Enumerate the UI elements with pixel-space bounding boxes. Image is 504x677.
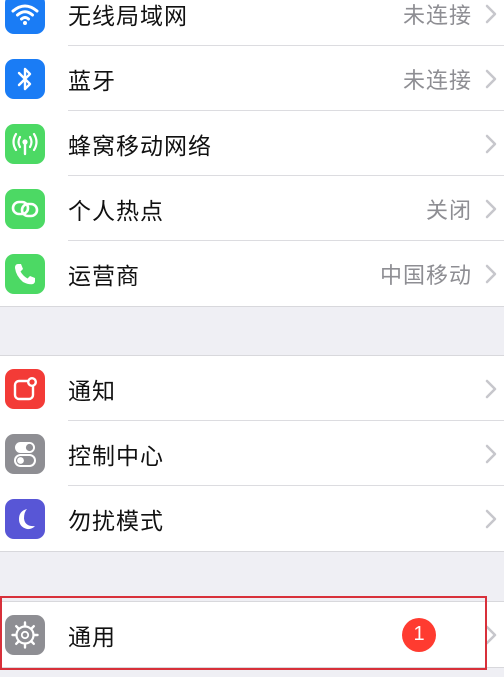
cellular-antenna-icon [5,123,45,164]
wifi-icon [5,0,45,34]
settings-group-general: 通用 1 [0,601,504,668]
settings-row-value: 未连接 [402,3,472,29]
settings-screen: 无线局域网 未连接 蓝牙 未连接 蜂窝移动网络 个人热点 关闭 运营商 中国移动… [0,0,504,677]
update-badge: 1 [402,617,436,652]
chevron-right-icon [485,199,497,218]
chevron-right-icon [485,4,497,23]
settings-row-carrier[interactable]: 运营商 中国移动 [0,241,504,306]
settings-row-general[interactable]: 通用 1 [0,602,504,667]
phone-icon [5,253,45,294]
bluetooth-icon [5,58,45,99]
settings-row-label: 无线局域网 [68,3,188,30]
chevron-right-icon [485,264,497,283]
control-center-icon [5,433,45,474]
personal-hotspot-icon [5,188,45,229]
chevron-right-icon [485,134,497,153]
settings-row-label: 个人热点 [68,198,164,225]
settings-row-label: 勿扰模式 [68,508,164,535]
settings-row-label: 通用 [68,624,116,651]
settings-group-notifications: 通知 控制中心 勿扰模式 [0,355,504,552]
settings-row-label: 通知 [68,378,116,405]
settings-row-label: 控制中心 [68,443,164,470]
settings-row-cellular[interactable]: 蜂窝移动网络 [0,111,504,176]
notifications-icon [5,368,45,409]
settings-row-control-center[interactable]: 控制中心 [0,421,504,486]
settings-row-value: 未连接 [402,68,472,94]
settings-row-label: 运营商 [68,263,140,290]
chevron-right-icon [485,625,497,644]
chevron-right-icon [485,69,497,88]
settings-row-label: 蜂窝移动网络 [68,133,212,160]
settings-row-label: 蓝牙 [68,68,116,95]
moon-icon [5,498,45,539]
settings-row-notifications[interactable]: 通知 [0,356,504,421]
chevron-right-icon [485,379,497,398]
settings-row-do-not-disturb[interactable]: 勿扰模式 [0,486,504,551]
settings-row-bluetooth[interactable]: 蓝牙 未连接 [0,46,504,111]
settings-row-value: 中国移动 [379,263,472,289]
settings-group-connectivity: 无线局域网 未连接 蓝牙 未连接 蜂窝移动网络 个人热点 关闭 运营商 中国移动 [0,0,504,307]
settings-row-value: 关闭 [425,198,472,224]
chevron-right-icon [485,509,497,528]
settings-row-wifi[interactable]: 无线局域网 未连接 [0,0,504,46]
settings-row-personal-hotspot[interactable]: 个人热点 关闭 [0,176,504,241]
gear-icon [5,614,45,655]
chevron-right-icon [485,444,497,463]
